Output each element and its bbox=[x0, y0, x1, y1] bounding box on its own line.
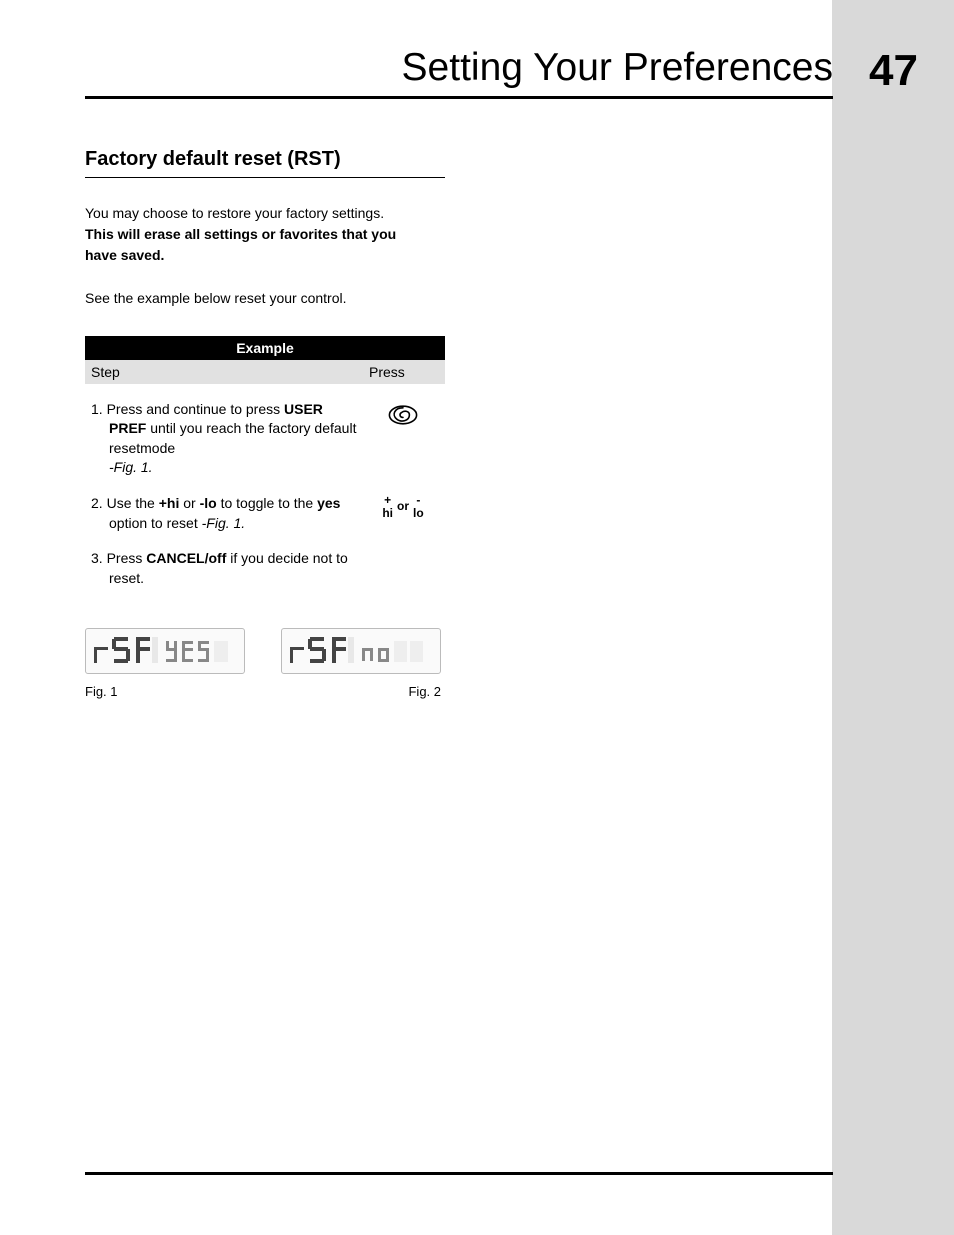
page-title: Setting Your Preferences bbox=[402, 46, 833, 90]
figure-2-label: Fig. 2 bbox=[281, 684, 441, 699]
intro-see: See the example below reset your control… bbox=[85, 289, 445, 308]
step-2-b2: -lo bbox=[200, 495, 217, 511]
minus-lo-icon: - lo bbox=[413, 494, 424, 519]
lcd-display-1 bbox=[85, 628, 245, 674]
footer-rule bbox=[85, 1172, 833, 1175]
seven-segment-yes-icon bbox=[164, 633, 232, 669]
example-column-headers: Step Press bbox=[85, 360, 445, 384]
lcd-display-2 bbox=[281, 628, 441, 674]
spiral-user-pref-icon bbox=[387, 417, 419, 433]
example-table: Example Step Press 1. Press and continue… bbox=[85, 336, 445, 599]
hi-lo-toggle-icon: + hi or - lo bbox=[369, 494, 437, 519]
figures-row: Fig. 1 bbox=[85, 628, 445, 699]
column-step: Step bbox=[91, 364, 369, 380]
step-3-t1: Press bbox=[107, 550, 147, 566]
step-3-text: 3. Press CANCEL/off if you decide not to… bbox=[91, 549, 369, 588]
intro-line-1: You may choose to restore your factory s… bbox=[85, 204, 445, 223]
figure-1: Fig. 1 bbox=[85, 628, 245, 699]
step-2-text: 2. Use the +hi or -lo to toggle to the y… bbox=[91, 494, 369, 533]
page-sidebar bbox=[832, 0, 954, 1235]
intro-bold-2: have saved. bbox=[85, 246, 445, 265]
manual-page: Setting Your Preferences 47 Factory defa… bbox=[0, 0, 954, 1235]
intro-bold-1: This will erase all settings or favorite… bbox=[85, 225, 445, 244]
seven-segment-rst-icon bbox=[288, 633, 358, 669]
step-2-t4: option to reset bbox=[109, 515, 202, 531]
table-row: 2. Use the +hi or -lo to toggle to the y… bbox=[85, 478, 445, 533]
section-title: Factory default reset (RST) bbox=[85, 148, 445, 178]
content-area: Factory default reset (RST) You may choo… bbox=[85, 148, 445, 699]
column-press: Press bbox=[369, 364, 437, 380]
or-label: or bbox=[397, 500, 409, 513]
title-row: Setting Your Preferences bbox=[85, 46, 833, 99]
figure-1-label: Fig. 1 bbox=[85, 684, 245, 699]
hi-label: hi bbox=[382, 507, 393, 520]
seven-segment-rst-icon bbox=[92, 633, 162, 669]
step-1-fig: -Fig. 1. bbox=[109, 459, 153, 475]
step-number: 1. bbox=[91, 401, 103, 417]
page-header: Setting Your Preferences 47 bbox=[85, 46, 833, 99]
seven-segment-no-icon bbox=[360, 633, 428, 669]
step-number: 3. bbox=[91, 550, 103, 566]
lo-label: lo bbox=[413, 507, 424, 520]
step-2-b3: yes bbox=[317, 495, 340, 511]
step-1-text: 1. Press and continue to press USER PREF… bbox=[91, 400, 369, 478]
example-header: Example bbox=[85, 336, 445, 360]
step-2-press: + hi or - lo bbox=[369, 494, 437, 519]
step-3-b1: CANCEL/off bbox=[146, 550, 226, 566]
step-2-t2: or bbox=[179, 495, 199, 511]
plus-sign: + bbox=[382, 494, 393, 507]
plus-hi-icon: + hi bbox=[382, 494, 393, 519]
figure-2: Fig. 2 bbox=[281, 628, 441, 699]
table-row: 1. Press and continue to press USER PREF… bbox=[85, 384, 445, 478]
step-2-b1: +hi bbox=[159, 495, 180, 511]
step-2-t1: Use the bbox=[107, 495, 159, 511]
step-1-t1: Press and continue to press bbox=[107, 401, 284, 417]
step-1-press bbox=[369, 400, 437, 436]
step-2-t3: to toggle to the bbox=[217, 495, 317, 511]
page-number: 47 bbox=[869, 46, 918, 96]
minus-sign: - bbox=[413, 494, 424, 507]
step-2-fig: -Fig. 1. bbox=[202, 515, 246, 531]
step-number: 2. bbox=[91, 495, 103, 511]
intro-text: You may choose to restore your factory s… bbox=[85, 204, 445, 308]
table-row: 3. Press CANCEL/off if you decide not to… bbox=[85, 533, 445, 598]
step-1-t2: until you reach the factory default rese… bbox=[109, 420, 356, 456]
